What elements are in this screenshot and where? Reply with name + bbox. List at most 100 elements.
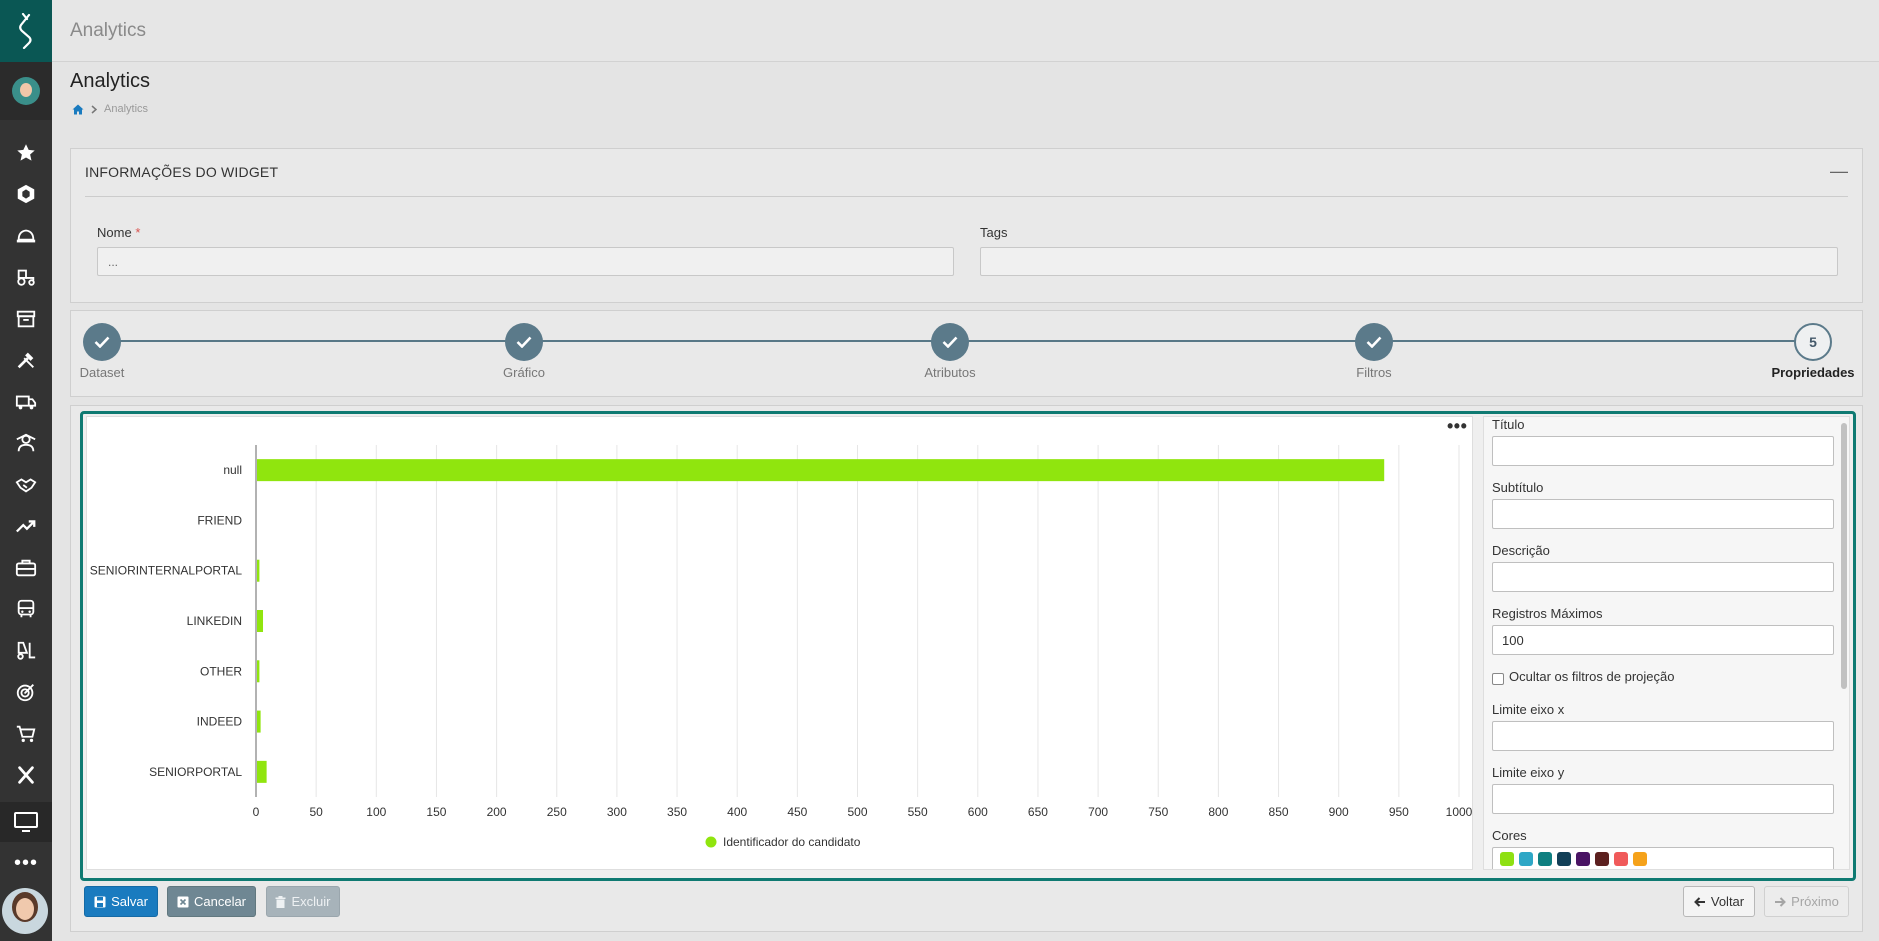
step-number: 5	[1809, 334, 1817, 350]
sidebar-item-education[interactable]	[0, 423, 52, 465]
bar	[257, 459, 1385, 482]
monitor-icon	[14, 812, 38, 832]
sidebar-item-warehouse[interactable]	[0, 630, 52, 672]
x-tick-label: 750	[1148, 805, 1168, 819]
sidebar-item-analytics[interactable]	[0, 506, 52, 548]
y-limit-input[interactable]	[1492, 784, 1834, 814]
home-icon[interactable]	[72, 104, 84, 115]
step-label-atributos: Atributos	[924, 365, 976, 380]
collapse-icon[interactable]: —	[1830, 161, 1848, 182]
panel-heading: INFORMAÇÕES DO WIDGET	[85, 164, 279, 180]
y-limit-label: Limite eixo y	[1492, 765, 1565, 780]
sidebar-item-safety[interactable]	[0, 215, 52, 257]
sidebar: •••	[0, 0, 52, 941]
sidebar-item-goals[interactable]	[0, 672, 52, 714]
x-tick-label: 400	[727, 805, 747, 819]
color-swatch-0[interactable]	[1500, 852, 1514, 866]
title-label: Título	[1492, 417, 1525, 432]
color-swatch-4[interactable]	[1576, 852, 1590, 866]
color-swatch-5[interactable]	[1595, 852, 1609, 866]
x-tick-label: 1000	[1446, 805, 1473, 819]
cancel-button[interactable]: Cancelar	[167, 886, 256, 917]
more-icon[interactable]: •••	[0, 845, 52, 881]
step-label-dataset: Dataset	[79, 365, 125, 380]
check-icon	[94, 336, 110, 348]
bar	[257, 610, 264, 632]
properties-scrollbar[interactable]	[1841, 423, 1847, 689]
sidebar-item-logistics[interactable]	[0, 381, 52, 423]
max-records-label: Registros Máximos	[1492, 606, 1603, 621]
color-swatch-1[interactable]	[1519, 852, 1533, 866]
sidebar-item-partners[interactable]	[0, 464, 52, 506]
subtitle-input[interactable]	[1492, 499, 1834, 529]
title-input[interactable]	[1492, 436, 1834, 466]
x-limit-input[interactable]	[1492, 721, 1834, 751]
color-swatch-6[interactable]	[1614, 852, 1628, 866]
max-records-input[interactable]: 100	[1492, 625, 1834, 655]
y-tick-label: null	[223, 463, 242, 477]
x-tick-label: 50	[309, 805, 323, 819]
save-icon	[94, 896, 106, 907]
chart-menu-icon[interactable]: •••	[1447, 416, 1467, 437]
tractor-icon	[17, 269, 35, 286]
sidebar-item-favorites[interactable]	[0, 132, 52, 174]
x-tick-label: 700	[1088, 805, 1108, 819]
sidebar-item-storage[interactable]	[0, 298, 52, 340]
sidebar-item-shopping[interactable]	[0, 713, 52, 755]
app-logo[interactable]	[0, 0, 52, 62]
sidebar-item-agro[interactable]	[0, 257, 52, 299]
y-tick-label: FRIEND	[197, 513, 242, 527]
name-label: Nome *	[97, 225, 140, 240]
step-atributos[interactable]	[931, 323, 969, 361]
sidebar-item-business[interactable]	[0, 547, 52, 589]
trash-icon	[275, 895, 286, 908]
delete-button[interactable]: Excluir	[266, 886, 340, 917]
trend-up-icon	[16, 520, 36, 533]
color-swatch-3[interactable]	[1557, 852, 1571, 866]
widget-info-panel: INFORMAÇÕES DO WIDGET — Nome * ... Tags	[70, 148, 1863, 303]
name-input[interactable]: ...	[97, 247, 954, 276]
back-button[interactable]: Voltar	[1683, 886, 1755, 917]
tags-input[interactable]	[980, 247, 1838, 276]
legend-label: Identificador do candidato	[723, 835, 861, 849]
delete-label: Excluir	[291, 894, 331, 909]
colors-label: Cores	[1492, 828, 1527, 843]
step-dataset[interactable]	[83, 323, 121, 361]
sidebar-item-x-module[interactable]	[0, 755, 52, 797]
divider	[85, 196, 1848, 197]
description-input[interactable]	[1492, 562, 1834, 592]
name-label-text: Nome	[97, 225, 132, 240]
step-filtros[interactable]	[1355, 323, 1393, 361]
step-propriedades[interactable]: 5	[1794, 323, 1832, 361]
next-button[interactable]: Próximo	[1764, 886, 1849, 917]
y-tick-label: OTHER	[200, 664, 242, 678]
hide-filters-checkbox[interactable]	[1492, 673, 1504, 685]
step-grafico[interactable]	[505, 323, 543, 361]
save-button[interactable]: Salvar	[84, 886, 158, 917]
y-tick-label: INDEED	[197, 715, 243, 729]
x-tick-label: 100	[366, 805, 386, 819]
x-tick-label: 950	[1389, 805, 1409, 819]
x-tick-label: 650	[1028, 805, 1048, 819]
check-icon	[516, 336, 532, 348]
bar-chart: 0 50 100 150 200 250 300 350 400 450 500 550 600 650 7…	[90, 445, 1473, 849]
x-tick-label: 500	[847, 805, 867, 819]
hide-filters-label: Ocultar os filtros de projeção	[1509, 669, 1675, 684]
sidebar-item-modules[interactable]	[0, 174, 52, 216]
bar	[257, 760, 267, 783]
color-swatch-2[interactable]	[1538, 852, 1552, 866]
user-avatar[interactable]	[2, 888, 48, 934]
description-label: Descrição	[1492, 543, 1550, 558]
properties-panel: Título Subtítulo Descrição Registros Máx…	[1483, 416, 1850, 870]
save-label: Salvar	[111, 894, 148, 909]
user-avatar-top[interactable]	[0, 62, 52, 120]
x-tick-label: 550	[908, 805, 928, 819]
briefcase-icon	[15, 559, 37, 576]
sidebar-item-transport[interactable]	[0, 589, 52, 631]
avatar	[12, 77, 40, 105]
chart-container: 0 50 100 150 200 250 300 350 400 450 500 550 600 650 7…	[86, 416, 1473, 870]
sidebar-item-monitor[interactable]	[0, 802, 52, 842]
handshake-icon	[15, 478, 37, 493]
color-swatch-7[interactable]	[1633, 852, 1647, 866]
chevron-right-icon	[91, 104, 97, 114]
